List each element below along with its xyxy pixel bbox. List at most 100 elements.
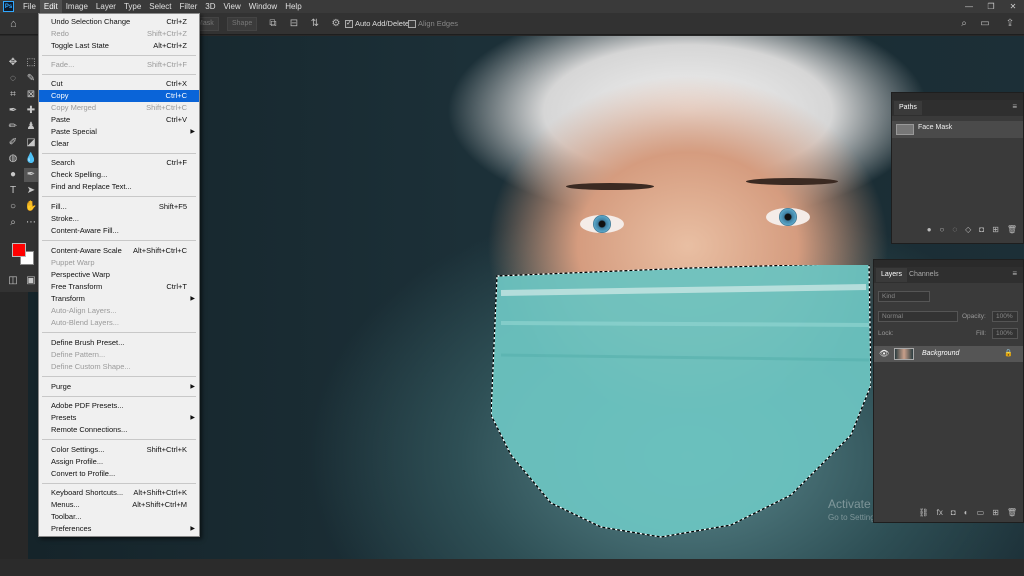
healing-tool-icon[interactable]: ✚ [24, 104, 38, 118]
share-icon[interactable]: ⇪ [1003, 17, 1017, 31]
menu-item-pdf-presets[interactable]: Adobe PDF Presets... [39, 400, 199, 412]
marquee-tool-icon[interactable]: ⬚ [24, 56, 38, 70]
path-operations-icon[interactable]: ⧉ [266, 17, 280, 31]
menu-item-stroke[interactable]: Stroke... [39, 213, 199, 225]
type-tool-icon[interactable]: T [6, 184, 20, 198]
menu-item-paste-special[interactable]: Paste Special ▶ [39, 126, 199, 138]
eyedropper-tool-icon[interactable]: ✒ [6, 104, 20, 118]
panel-menu-icon[interactable]: ≡ [1012, 102, 1017, 111]
menu-item-search[interactable]: Search Ctrl+F [39, 157, 199, 169]
frame-tool-icon[interactable]: ⊠ [24, 88, 38, 102]
hand-tool-icon[interactable]: ✋ [24, 200, 38, 214]
zoom-tool-icon[interactable]: ⌕ [6, 216, 20, 230]
menu-item-purge[interactable]: Purge ▶ [39, 381, 199, 393]
more-tools-icon[interactable]: ⋯ [24, 216, 38, 230]
adjustment-layer-icon[interactable]: ◐ [964, 506, 969, 520]
opacity-field[interactable]: 100% [992, 311, 1018, 322]
trash-icon[interactable]: 🗑 [1007, 223, 1017, 237]
path-arrangement-icon[interactable]: ⇅ [308, 17, 322, 31]
close-button[interactable]: ✕ [1002, 0, 1024, 13]
path-select-tool-icon[interactable]: ➤ [24, 184, 38, 198]
tab-layers[interactable]: Layers [876, 268, 908, 282]
align-edges-checkbox[interactable] [408, 20, 416, 28]
home-icon[interactable]: ⌂ [10, 17, 24, 31]
menu-view[interactable]: View [220, 0, 245, 13]
history-brush-tool-icon[interactable]: ✐ [6, 136, 20, 150]
menu-item-menus[interactable]: Menus... Alt+Shift+Ctrl+M [39, 499, 199, 511]
menu-filter[interactable]: Filter [176, 0, 202, 13]
add-mask-icon[interactable]: ◘ [979, 223, 984, 237]
foreground-color-swatch[interactable] [12, 243, 26, 257]
link-icon[interactable]: ⛓ [919, 506, 929, 520]
menu-edit[interactable]: Edit [39, 0, 62, 13]
gear-icon[interactable]: ⚙ [329, 17, 343, 31]
stamp-tool-icon[interactable]: ♟ [24, 120, 38, 134]
blend-mode-select[interactable]: Normal [878, 311, 958, 322]
menu-image[interactable]: Image [62, 0, 92, 13]
menu-item-assign-profile[interactable]: Assign Profile... [39, 456, 199, 468]
menu-type[interactable]: Type [120, 0, 145, 13]
menu-item-cut[interactable]: Cut Ctrl+X [39, 78, 199, 90]
menu-item-clear[interactable]: Clear [39, 138, 199, 150]
path-item[interactable]: Face Mask [892, 121, 1023, 138]
menu-layer[interactable]: Layer [92, 0, 120, 13]
add-layer-mask-icon[interactable]: ◘ [951, 506, 956, 520]
menu-select[interactable]: Select [145, 0, 175, 13]
brush-tool-icon[interactable]: ✏ [6, 120, 20, 134]
menu-item-remote-connections[interactable]: Remote Connections... [39, 424, 199, 436]
menu-item-keyboard-shortcuts[interactable]: Keyboard Shortcuts... Alt+Shift+Ctrl+K [39, 487, 199, 499]
path-alignment-icon[interactable]: ⊟ [287, 17, 301, 31]
new-layer-icon[interactable]: ⊞ [992, 506, 999, 520]
menu-item-content-aware-scale[interactable]: Content-Aware Scale Alt+Shift+Ctrl+C [39, 245, 199, 257]
eraser-tool-icon[interactable]: ◪ [24, 136, 38, 150]
quick-mask-icon[interactable]: ◫ [6, 274, 20, 288]
panel-menu-icon[interactable]: ≡ [1012, 269, 1017, 278]
lasso-tool-icon[interactable]: ◌ [6, 72, 20, 86]
menu-item-preferences[interactable]: Preferences ▶ [39, 523, 199, 535]
lock-icon[interactable]: 🔒 [1004, 349, 1013, 357]
eye-icon[interactable]: 👁 [879, 349, 889, 358]
ellipse-tool-icon[interactable]: ○ [6, 200, 20, 214]
menu-item-fill[interactable]: Fill... Shift+F5 [39, 201, 199, 213]
load-selection-icon[interactable]: ◌ [952, 223, 957, 237]
menu-item-toolbar[interactable]: Toolbar... [39, 511, 199, 523]
menu-3d[interactable]: 3D [201, 0, 219, 13]
quick-select-tool-icon[interactable]: ✎ [24, 72, 38, 86]
shape-button[interactable]: Shape [227, 17, 258, 31]
make-work-path-icon[interactable]: ◇ [965, 223, 971, 237]
face-mask-selection[interactable] [491, 265, 871, 541]
stroke-path-icon[interactable]: ○ [940, 223, 945, 237]
fill-field[interactable]: 100% [992, 328, 1018, 339]
pen-tool-icon[interactable]: ✒ [24, 168, 38, 182]
menu-item-perspective-warp[interactable]: Perspective Warp [39, 269, 199, 281]
menu-help[interactable]: Help [281, 0, 305, 13]
menu-item-paste[interactable]: Paste Ctrl+V [39, 114, 199, 126]
folder-icon[interactable]: ▭ [977, 506, 985, 520]
menu-window[interactable]: Window [245, 0, 281, 13]
menu-item-content-aware-fill[interactable]: Content-Aware Fill... [39, 225, 199, 237]
menu-item-check-spelling[interactable]: Check Spelling... [39, 169, 199, 181]
screen-mode-icon[interactable]: ▣ [24, 274, 38, 288]
paint-bucket-tool-icon[interactable]: ◍ [6, 152, 20, 166]
fill-path-icon[interactable]: ● [927, 223, 932, 237]
menu-item-define-brush[interactable]: Define Brush Preset... [39, 337, 199, 349]
menu-item-copy[interactable]: Copy Ctrl+C [39, 90, 199, 102]
menu-item-free-transform[interactable]: Free Transform Ctrl+T [39, 281, 199, 293]
tab-channels[interactable]: Channels [904, 268, 944, 282]
dodge-tool-icon[interactable]: ● [6, 168, 20, 182]
minimize-button[interactable]: — [958, 0, 980, 13]
trash-icon[interactable]: 🗑 [1007, 506, 1017, 520]
move-tool-icon[interactable]: ✥ [6, 56, 20, 70]
restore-button[interactable]: ❐ [980, 0, 1002, 13]
auto-add-delete-checkbox[interactable]: ✓ [345, 20, 353, 28]
workspace-icon[interactable]: ▭ [978, 17, 992, 31]
menu-item-toggle-last-state[interactable]: Toggle Last State Alt+Ctrl+Z [39, 40, 199, 52]
blur-tool-icon[interactable]: 💧 [24, 152, 38, 166]
menu-item-undo[interactable]: Undo Selection Change Ctrl+Z [39, 16, 199, 28]
tab-paths[interactable]: Paths [894, 101, 922, 115]
menu-item-transform[interactable]: Transform ▶ [39, 293, 199, 305]
search-icon[interactable]: ⌕ [957, 17, 971, 31]
crop-tool-icon[interactable]: ⌗ [6, 88, 20, 102]
kind-filter[interactable]: Kind [878, 291, 930, 302]
new-path-icon[interactable]: ⊞ [992, 223, 999, 237]
